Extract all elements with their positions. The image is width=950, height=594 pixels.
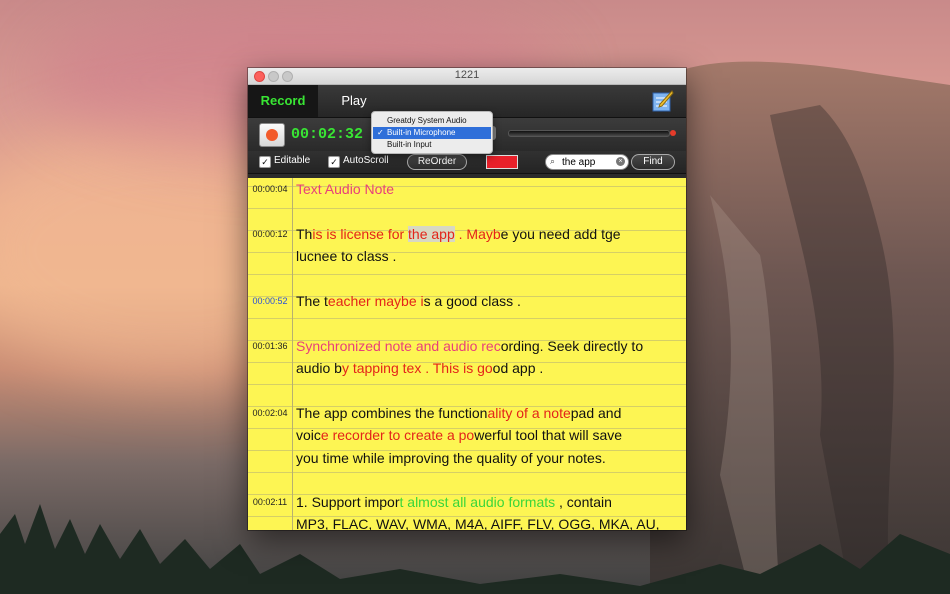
note-text-run: werful tool that will save bbox=[474, 427, 623, 444]
search-field[interactable]: ⌕ × bbox=[545, 154, 629, 170]
note-text-run: e you need add tge bbox=[500, 226, 621, 242]
find-button[interactable]: Find bbox=[631, 154, 675, 170]
note-text[interactable]: Synchronized note and audio recording. S… bbox=[296, 335, 682, 380]
note-text-run: y tapping tex . This is go bbox=[341, 360, 493, 377]
notepad-icon[interactable] bbox=[652, 90, 674, 112]
window-title: 1221 bbox=[454, 69, 480, 81]
menu-item-label: Built-in Microphone bbox=[387, 128, 456, 137]
checkmark-icon: ✓ bbox=[377, 128, 384, 137]
menu-item-built-in-microphone[interactable]: ✓ Built-in Microphone bbox=[373, 127, 491, 139]
note-timestamp[interactable]: 00:02:04 bbox=[248, 408, 292, 418]
note-text-run: ality of a note bbox=[487, 405, 571, 421]
note-text-run: is is license for bbox=[312, 226, 409, 242]
highlight-color-well[interactable] bbox=[486, 155, 518, 169]
record-icon bbox=[266, 129, 278, 141]
menu-item-label: Greatdy System Audio bbox=[387, 116, 467, 125]
note-text[interactable]: 1. Support import almost all audio forma… bbox=[296, 491, 682, 530]
note-text-run: pad and bbox=[570, 405, 622, 421]
menu-item-built-in-input[interactable]: Built-in Input bbox=[373, 139, 491, 151]
title-bar[interactable]: 1221 bbox=[248, 68, 686, 85]
record-button[interactable] bbox=[259, 123, 285, 147]
note-text[interactable]: The teacher maybe is a good class . bbox=[296, 290, 682, 312]
note-text-run: s a good class . bbox=[423, 293, 521, 309]
search-icon: ⌕ bbox=[550, 156, 556, 166]
note-text[interactable]: The app combines the functionality of a … bbox=[296, 402, 682, 469]
note-text[interactable]: This is license for the app . Maybe you … bbox=[296, 223, 682, 268]
editable-label: Editable bbox=[274, 155, 311, 166]
note-text-run: 1. Support impor bbox=[296, 494, 400, 510]
tab-record[interactable]: Record bbox=[248, 85, 318, 117]
note-text-run: ording. Seek directly to bbox=[500, 338, 644, 354]
autoscroll-checkbox[interactable]: ✓ bbox=[328, 156, 340, 168]
note-text-run: . Mayb bbox=[454, 226, 501, 242]
gutter-divider bbox=[292, 178, 293, 530]
autoscroll-label: AutoScroll bbox=[343, 155, 389, 166]
note-text-run: voic bbox=[296, 427, 321, 444]
menu-item-greatdy-system-audio[interactable]: Greatdy System Audio bbox=[373, 115, 491, 127]
note-text[interactable]: Text Audio Note bbox=[296, 178, 682, 200]
note-text-run: t almost all audio formats bbox=[399, 494, 556, 510]
note-text-run: Synchronized note and audio rec bbox=[296, 338, 501, 354]
note-timestamp[interactable]: 00:00:52 bbox=[248, 296, 292, 306]
menu-item-label: Built-in Input bbox=[387, 140, 432, 149]
note-timestamp[interactable]: 00:00:12 bbox=[248, 229, 292, 239]
input-source-menu: Greatdy System Audio ✓ Built-in Microphone… bbox=[371, 111, 493, 154]
note-timestamp[interactable]: 00:02:11 bbox=[248, 497, 292, 507]
options-bar: ✓ Editable ✓ AutoScroll ReOrder ⌕ × Find bbox=[248, 151, 686, 174]
note-text-run: audio b bbox=[296, 360, 342, 377]
note-text-run: MP3, FLAC, WAV, WMA, M4A, AIFF, FLV, OGG… bbox=[296, 516, 660, 530]
clear-search-icon[interactable]: × bbox=[616, 157, 625, 166]
note-text-run: Th bbox=[296, 226, 313, 242]
note-timestamp[interactable]: 00:00:04 bbox=[248, 184, 292, 194]
notes-area[interactable]: 00:00:04 Text Audio Note 00:00:12 This is l… bbox=[248, 178, 686, 530]
note-text-run: od app . bbox=[492, 360, 544, 377]
note-text-run: e recorder to create a po bbox=[320, 427, 475, 444]
note-timestamp[interactable]: 00:01:36 bbox=[248, 341, 292, 351]
note-text-run: eacher maybe i bbox=[327, 293, 424, 309]
note-text-run: The t bbox=[296, 293, 328, 309]
search-match-highlight: the app bbox=[408, 226, 455, 242]
note-text-run: lucnee to class . bbox=[296, 248, 397, 265]
note-text-run: Text Audio Note bbox=[296, 181, 395, 197]
level-peak-indicator bbox=[670, 130, 676, 136]
note-text-run: The app combines the function bbox=[296, 405, 488, 421]
level-meter bbox=[508, 130, 670, 137]
note-text-run: you time while improving the quality of … bbox=[296, 449, 606, 466]
note-text-run: , contain bbox=[555, 494, 612, 510]
reorder-button[interactable]: ReOrder bbox=[407, 154, 467, 170]
recording-timer: 00:02:32 bbox=[291, 126, 364, 143]
editable-checkbox[interactable]: ✓ bbox=[259, 156, 271, 168]
search-input[interactable] bbox=[562, 155, 614, 169]
